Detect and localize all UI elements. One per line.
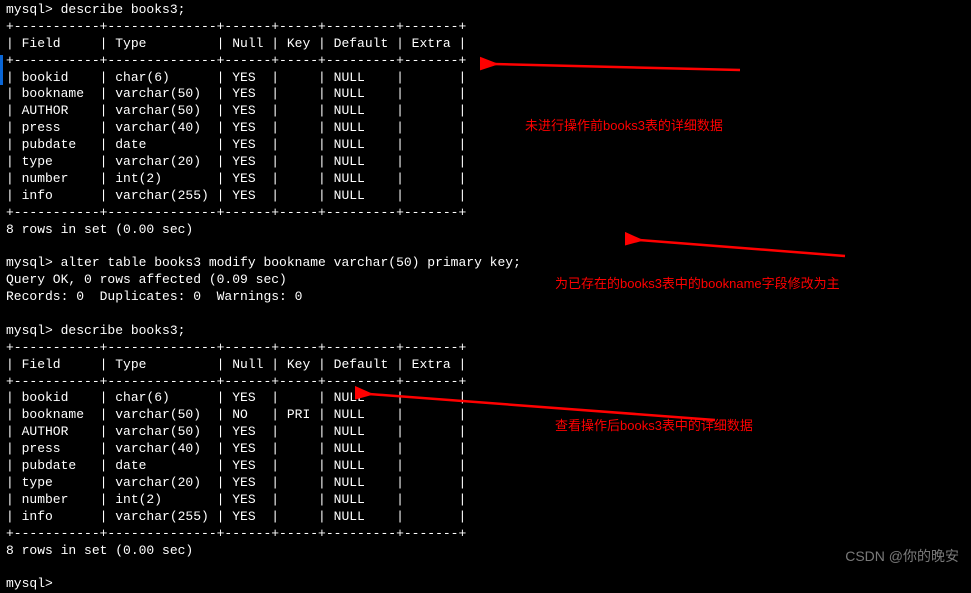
table-divider: +-----------+--------------+------+-----… <box>6 340 965 357</box>
table-row: | info | varchar(255) | YES | | NULL | | <box>6 509 965 526</box>
table-row: | press | varchar(40) | YES | | NULL | | <box>6 120 965 137</box>
table-divider: +-----------+--------------+------+-----… <box>6 53 965 70</box>
sql-prompt[interactable]: mysql> alter table books3 modify booknam… <box>6 255 965 272</box>
table-row: | type | varchar(20) | YES | | NULL | | <box>6 154 965 171</box>
query-result: Query OK, 0 rows affected (0.09 sec) <box>6 272 965 289</box>
sql-prompt[interactable]: mysql> <box>6 576 965 593</box>
table-header: | Field | Type | Null | Key | Default | … <box>6 36 965 53</box>
table-row: | type | varchar(20) | YES | | NULL | | <box>6 475 965 492</box>
table-footer: 8 rows in set (0.00 sec) <box>6 543 965 560</box>
table-row: | number | int(2) | YES | | NULL | | <box>6 492 965 509</box>
table-row: | info | varchar(255) | YES | | NULL | | <box>6 188 965 205</box>
query-result: Records: 0 Duplicates: 0 Warnings: 0 <box>6 289 965 306</box>
table-divider: +-----------+--------------+------+-----… <box>6 526 965 543</box>
sql-prompt[interactable]: mysql> describe books3; <box>6 2 965 19</box>
table-row: | AUTHOR | varchar(50) | YES | | NULL | … <box>6 103 965 120</box>
sql-prompt[interactable]: mysql> describe books3; <box>6 323 965 340</box>
table-row: | pubdate | date | YES | | NULL | | <box>6 137 965 154</box>
table-footer: 8 rows in set (0.00 sec) <box>6 222 965 239</box>
table-row: | number | int(2) | YES | | NULL | | <box>6 171 965 188</box>
table-header: | Field | Type | Null | Key | Default | … <box>6 357 965 374</box>
table-divider: +-----------+--------------+------+-----… <box>6 19 965 36</box>
table-row: | press | varchar(40) | YES | | NULL | | <box>6 441 965 458</box>
table-divider: +-----------+--------------+------+-----… <box>6 205 965 222</box>
table-row: | bookname | varchar(50) | NO | PRI | NU… <box>6 407 965 424</box>
terminal-output: mysql> describe books3; +-----------+---… <box>6 2 965 593</box>
table-row: | bookid | char(6) | YES | | NULL | | <box>6 390 965 407</box>
window-selection-bar <box>0 55 3 85</box>
table-row: | bookname | varchar(50) | YES | | NULL … <box>6 86 965 103</box>
table-row: | bookid | char(6) | YES | | NULL | | <box>6 70 965 87</box>
table-row: | pubdate | date | YES | | NULL | | <box>6 458 965 475</box>
table-row: | AUTHOR | varchar(50) | YES | | NULL | … <box>6 424 965 441</box>
table-divider: +-----------+--------------+------+-----… <box>6 374 965 391</box>
